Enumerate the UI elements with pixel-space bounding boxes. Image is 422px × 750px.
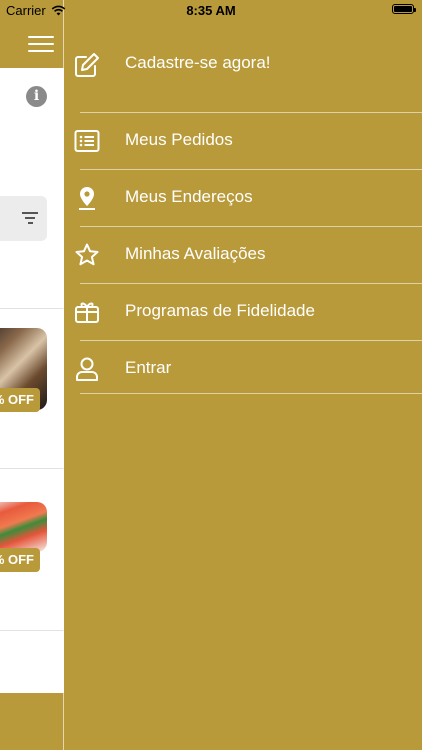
star-icon [75,243,99,266]
divider [80,393,422,394]
discount-badge: % OFF [0,388,40,412]
menu-item-login[interactable]: Entrar [64,341,422,397]
discount-badge: % OFF [0,548,40,572]
status-time: 8:35 AM [186,3,236,18]
status-bar: Carrier 8:35 AM [0,0,422,22]
user-icon [76,357,98,381]
menu-item-reviews[interactable]: Minhas Avaliações [64,227,422,283]
menu-item-label: Entrar [125,358,172,377]
info-icon[interactable]: i [26,86,47,107]
side-drawer: Cadastre-se agora! Meus Pedidos Meus End… [64,0,422,750]
menu-item-addresses[interactable]: Meus Endereços [64,170,422,226]
register-label: Cadastre-se agora! [125,53,271,72]
menu-item-label: Meus Endereços [125,187,253,206]
background-page: i % OFF % OFF [0,0,64,750]
menu-item-label: Minhas Avaliações [125,244,266,263]
divider [0,468,64,469]
battery-icon [392,4,416,14]
menu-item-loyalty[interactable]: Programas de Fidelidade [64,284,422,340]
menu-icon[interactable] [28,36,54,54]
divider [0,308,64,309]
menu-item-orders[interactable]: Meus Pedidos [64,113,422,169]
divider [0,630,64,631]
bottom-bar [0,693,64,750]
location-pin-icon [79,187,95,210]
edit-icon [75,53,99,77]
register-item[interactable]: Cadastre-se agora! [64,35,422,91]
list-icon [74,130,100,152]
menu-item-label: Programas de Fidelidade [125,301,315,320]
filter-icon[interactable] [22,212,38,225]
menu-item-label: Meus Pedidos [125,130,233,149]
offer-image[interactable] [0,502,47,552]
gift-icon [75,302,99,323]
